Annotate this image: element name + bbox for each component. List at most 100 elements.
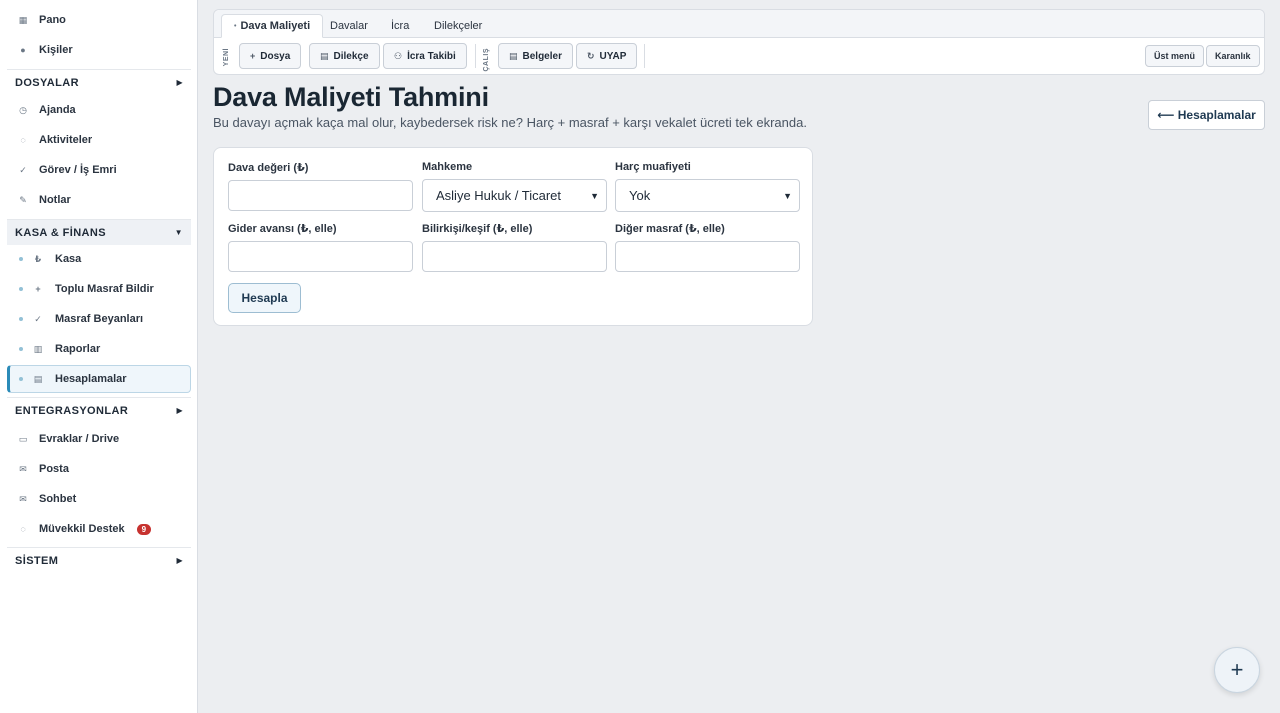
activity-icon: ◌ <box>20 135 26 145</box>
sidebar-item-label: Posta <box>39 463 69 475</box>
chevron-down-icon: ▼ <box>783 190 792 201</box>
harc-muafiyeti-label: Harç muafiyeti <box>615 161 691 173</box>
bullet-icon <box>19 347 23 351</box>
tab-bar: • Dava Maliyeti Davalar İcra Dilekçeler <box>214 10 1264 38</box>
section-entegrasyonlar[interactable]: ENTEGRASYONLAR ▶ <box>7 397 191 423</box>
select-value: Yok <box>629 188 651 203</box>
gider-avansi-input[interactable] <box>228 241 413 272</box>
tab-icra[interactable]: İcra <box>379 14 421 38</box>
sidebar-item-sohbet[interactable]: ✉ Sohbet <box>0 485 198 513</box>
group-label-new: YENİ <box>223 48 230 67</box>
button-label: Hesapla <box>241 291 288 305</box>
new-icra-takibi-button[interactable]: ⚇ İcra Takibi <box>383 43 467 69</box>
section-title: DOSYALAR <box>15 76 79 89</box>
bullet-icon <box>19 287 23 291</box>
document-icon: ▤ <box>509 50 518 61</box>
section-sistem[interactable]: SİSTEM ▶ <box>7 547 191 573</box>
diger-masraf-input[interactable] <box>615 241 800 272</box>
new-dosya-button[interactable]: + Dosya <box>239 43 302 69</box>
sidebar-item-posta[interactable]: ✉ Posta <box>0 455 198 483</box>
back-to-hesaplamalar-button[interactable]: ⟵ Hesaplamalar <box>1148 100 1265 130</box>
tab-dava-maliyeti[interactable]: • Dava Maliyeti <box>221 14 324 38</box>
top-toolbar: • Dava Maliyeti Davalar İcra Dilekçeler … <box>213 9 1265 75</box>
new-dilekce-button[interactable]: ▤ Dilekçe <box>309 43 380 69</box>
plus-icon: + <box>35 284 41 294</box>
tab-label: İcra <box>391 20 410 32</box>
sidebar-item-label: Kasa <box>55 253 82 265</box>
sidebar-item-gorev[interactable]: ✓ Görev / İş Emri <box>0 156 198 184</box>
button-label: Dilekçe <box>333 50 369 62</box>
sidebar-item-label: Pano <box>39 14 66 26</box>
sidebar-item-label: Notlar <box>39 194 71 206</box>
sidebar-item-muvekkil-destek[interactable]: ◌ Müvekkil Destek 9 <box>0 515 198 543</box>
chevron-right-icon: ▶ <box>176 556 183 565</box>
sidebar-item-label: Sohbet <box>39 493 77 505</box>
calculate-button[interactable]: Hesapla <box>228 283 301 313</box>
sidebar-item-hesaplamalar[interactable]: ▤ Hesaplamalar <box>7 365 191 393</box>
tab-label: Dilekçeler <box>434 20 483 32</box>
dava-degeri-label: Dava değeri (₺) <box>228 162 309 174</box>
calculator-icon: ▤ <box>33 373 43 384</box>
sidebar-item-masraf-beyanlari[interactable]: ✓ Masraf Beyanları <box>0 305 198 333</box>
chevron-right-icon: ▶ <box>176 406 183 415</box>
tab-label: Dava Maliyeti <box>240 20 311 32</box>
sidebar-item-pano[interactable]: ▦ Pano <box>0 6 198 34</box>
mail-icon: ✉ <box>19 463 27 474</box>
dava-degeri-input[interactable] <box>228 180 413 211</box>
harc-muafiyeti-select[interactable]: Yok ▼ <box>615 179 800 212</box>
belgeler-button[interactable]: ▤ Belgeler <box>498 43 573 69</box>
dark-mode-button[interactable]: Karanlık <box>1206 45 1260 67</box>
uyap-button[interactable]: ↻ UYAP <box>576 43 638 69</box>
sidebar-item-ajanda[interactable]: ◷ Ajanda <box>0 96 198 124</box>
section-title: SİSTEM <box>15 554 59 567</box>
diger-masraf-label: Diğer masraf (₺, elle) <box>615 223 725 235</box>
button-label: Belgeler <box>522 50 562 62</box>
chat-icon: ✉ <box>19 493 27 504</box>
dot-icon: • <box>234 22 237 30</box>
document-icon: ▤ <box>320 50 329 61</box>
check-icon: ✓ <box>19 164 27 175</box>
mahkeme-label: Mahkeme <box>422 161 473 173</box>
section-dosyalar[interactable]: DOSYALAR ▶ <box>7 69 191 95</box>
section-title: KASA & FİNANS <box>15 226 106 239</box>
mahkeme-select[interactable]: Asliye Hukuk / Ticaret ▼ <box>422 179 607 212</box>
bullet-icon <box>19 377 23 381</box>
tab-dilekceler[interactable]: Dilekçeler <box>422 14 494 38</box>
button-label: Üst menü <box>1154 51 1196 61</box>
people-icon: ● <box>20 45 26 55</box>
cost-form-card: Dava değeri (₺) Mahkeme Asliye Hukuk / T… <box>213 147 813 326</box>
section-kasa-finans[interactable]: KASA & FİNANS ▼ <box>7 219 191 245</box>
button-label: Karanlık <box>1215 51 1251 61</box>
page-subtitle: Bu davayı açmak kaça mal olur, kaybeders… <box>213 115 807 130</box>
sidebar-item-kasa[interactable]: ₺ Kasa <box>0 245 198 273</box>
top-menu-button[interactable]: Üst menü <box>1145 45 1205 67</box>
sidebar-item-label: Ajanda <box>39 104 76 116</box>
page-title: Dava Maliyeti Tahmini <box>213 82 489 112</box>
plus-icon: + <box>1230 657 1244 682</box>
pencil-icon: ✎ <box>19 194 27 205</box>
sidebar-item-label: Aktiviteler <box>39 134 93 146</box>
floating-add-button[interactable]: + <box>1214 647 1260 693</box>
binoculars-icon: ⚇ <box>394 50 403 61</box>
sidebar-item-kisiler[interactable]: ● Kişiler <box>0 36 198 64</box>
sidebar-item-toplu-masraf[interactable]: + Toplu Masraf Bildir <box>0 275 198 303</box>
sidebar-item-evraklar[interactable]: ▭ Evraklar / Drive <box>0 425 198 453</box>
section-title: ENTEGRASYONLAR <box>15 404 129 417</box>
sidebar-item-label: Evraklar / Drive <box>39 433 120 445</box>
support-icon: ◌ <box>20 524 26 534</box>
sidebar-item-aktiviteler[interactable]: ◌ Aktiviteler <box>0 126 198 154</box>
bilirkisi-input[interactable] <box>422 241 607 272</box>
dashboard-icon: ▦ <box>18 14 28 25</box>
sidebar-item-label: Görev / İş Emri <box>39 164 117 176</box>
check-icon: ✓ <box>34 313 42 324</box>
toolbar-divider <box>475 44 476 68</box>
plus-icon: + <box>250 51 256 61</box>
sidebar-item-notlar[interactable]: ✎ Notlar <box>0 186 198 214</box>
sidebar-item-label: Toplu Masraf Bildir <box>55 283 154 295</box>
tab-davalar[interactable]: Davalar <box>318 14 380 38</box>
gider-avansi-label: Gider avansı (₺, elle) <box>228 223 337 235</box>
sidebar-item-raporlar[interactable]: ▥ Raporlar <box>0 335 198 363</box>
notification-badge: 9 <box>136 523 152 535</box>
select-value: Asliye Hukuk / Ticaret <box>436 188 561 203</box>
chart-icon: ▥ <box>33 343 43 354</box>
